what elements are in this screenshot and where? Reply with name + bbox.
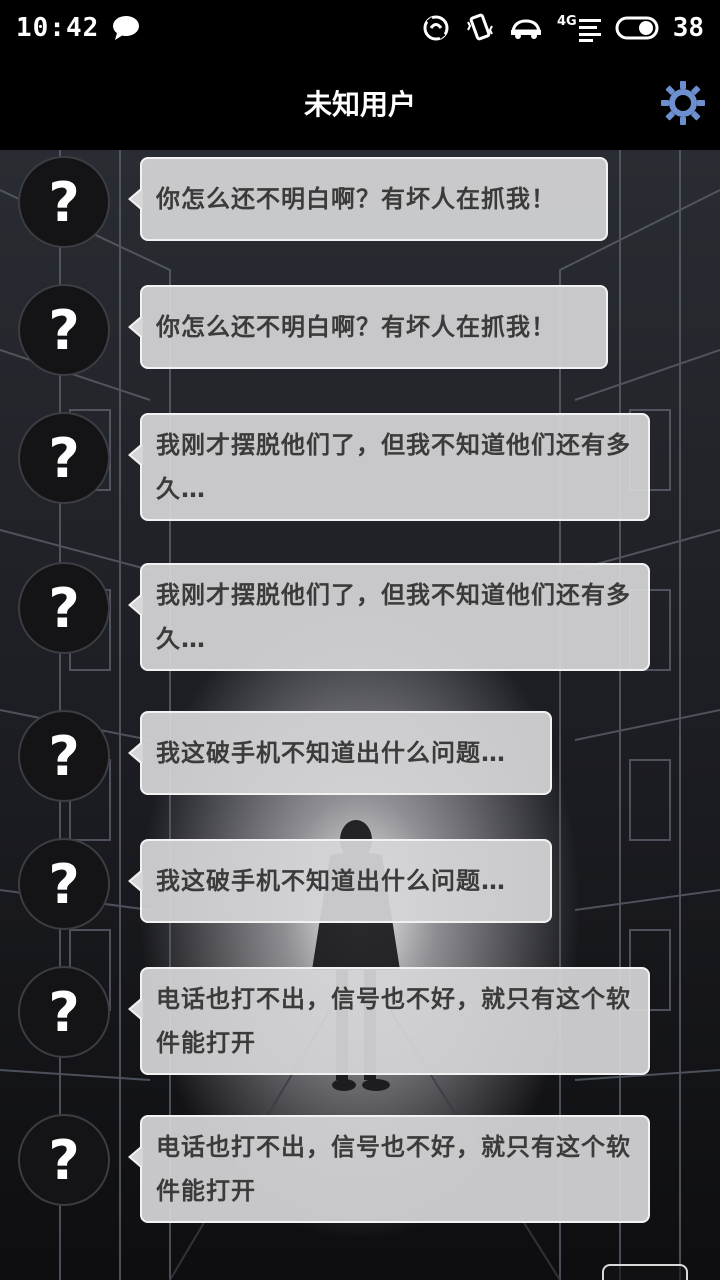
gear-icon[interactable] [660, 80, 706, 126]
avatar[interactable]: ? [18, 284, 110, 376]
message-bubble[interactable]: 电话也打不出，信号也不好，就只有这个软件能打开 [128, 967, 650, 1075]
avatar[interactable]: ? [18, 412, 110, 504]
battery-level: 38 [672, 13, 704, 43]
message-icon [113, 16, 140, 40]
app-screen: 10:42 4G 38 未知用户 ? 你怎么还不明白啊？有坏人在抓我！ ? 你怎… [0, 0, 720, 1280]
chat-area[interactable]: ? 你怎么还不明白啊？有坏人在抓我！ ? 你怎么还不明白啊？有坏人在抓我！ ? … [0, 150, 720, 1280]
message-bubble[interactable]: 我这破手机不知道出什么问题… [128, 711, 552, 795]
network-label: 4G [556, 13, 577, 29]
status-time: 10:42 [16, 13, 100, 43]
message-bubble[interactable]: 我刚才摆脱他们了，但我不知道他们还有多久… [128, 413, 650, 521]
vibrate-icon [467, 13, 493, 41]
signal-icon [578, 18, 601, 42]
status-bar: 10:42 4G 38 [0, 0, 720, 56]
message-bubble[interactable]: 我刚才摆脱他们了，但我不知道他们还有多久… [128, 563, 650, 671]
avatar[interactable]: ? [18, 966, 110, 1058]
avatar[interactable]: ? [18, 1114, 110, 1206]
message-bubble[interactable]: 我这破手机不知道出什么问题… [128, 839, 552, 923]
title-bar: 未知用户 [0, 56, 720, 150]
toggle-icon [615, 16, 659, 40]
avatar[interactable]: ? [18, 156, 110, 248]
message-bubble[interactable]: 电话也打不出，信号也不好，就只有这个软件能打开 [128, 1115, 650, 1223]
avatar[interactable]: ? [18, 710, 110, 802]
avatar[interactable]: ? [18, 838, 110, 930]
nfc-icon [423, 15, 449, 41]
input-panel-handle[interactable] [602, 1264, 688, 1280]
car-icon [510, 19, 541, 39]
message-bubble[interactable]: 你怎么还不明白啊？有坏人在抓我！ [128, 157, 608, 241]
message-bubble[interactable]: 你怎么还不明白啊？有坏人在抓我！ [128, 285, 608, 369]
network-indicator: 4G [557, 14, 601, 43]
page-title: 未知用户 [303, 88, 416, 121]
avatar[interactable]: ? [18, 562, 110, 654]
